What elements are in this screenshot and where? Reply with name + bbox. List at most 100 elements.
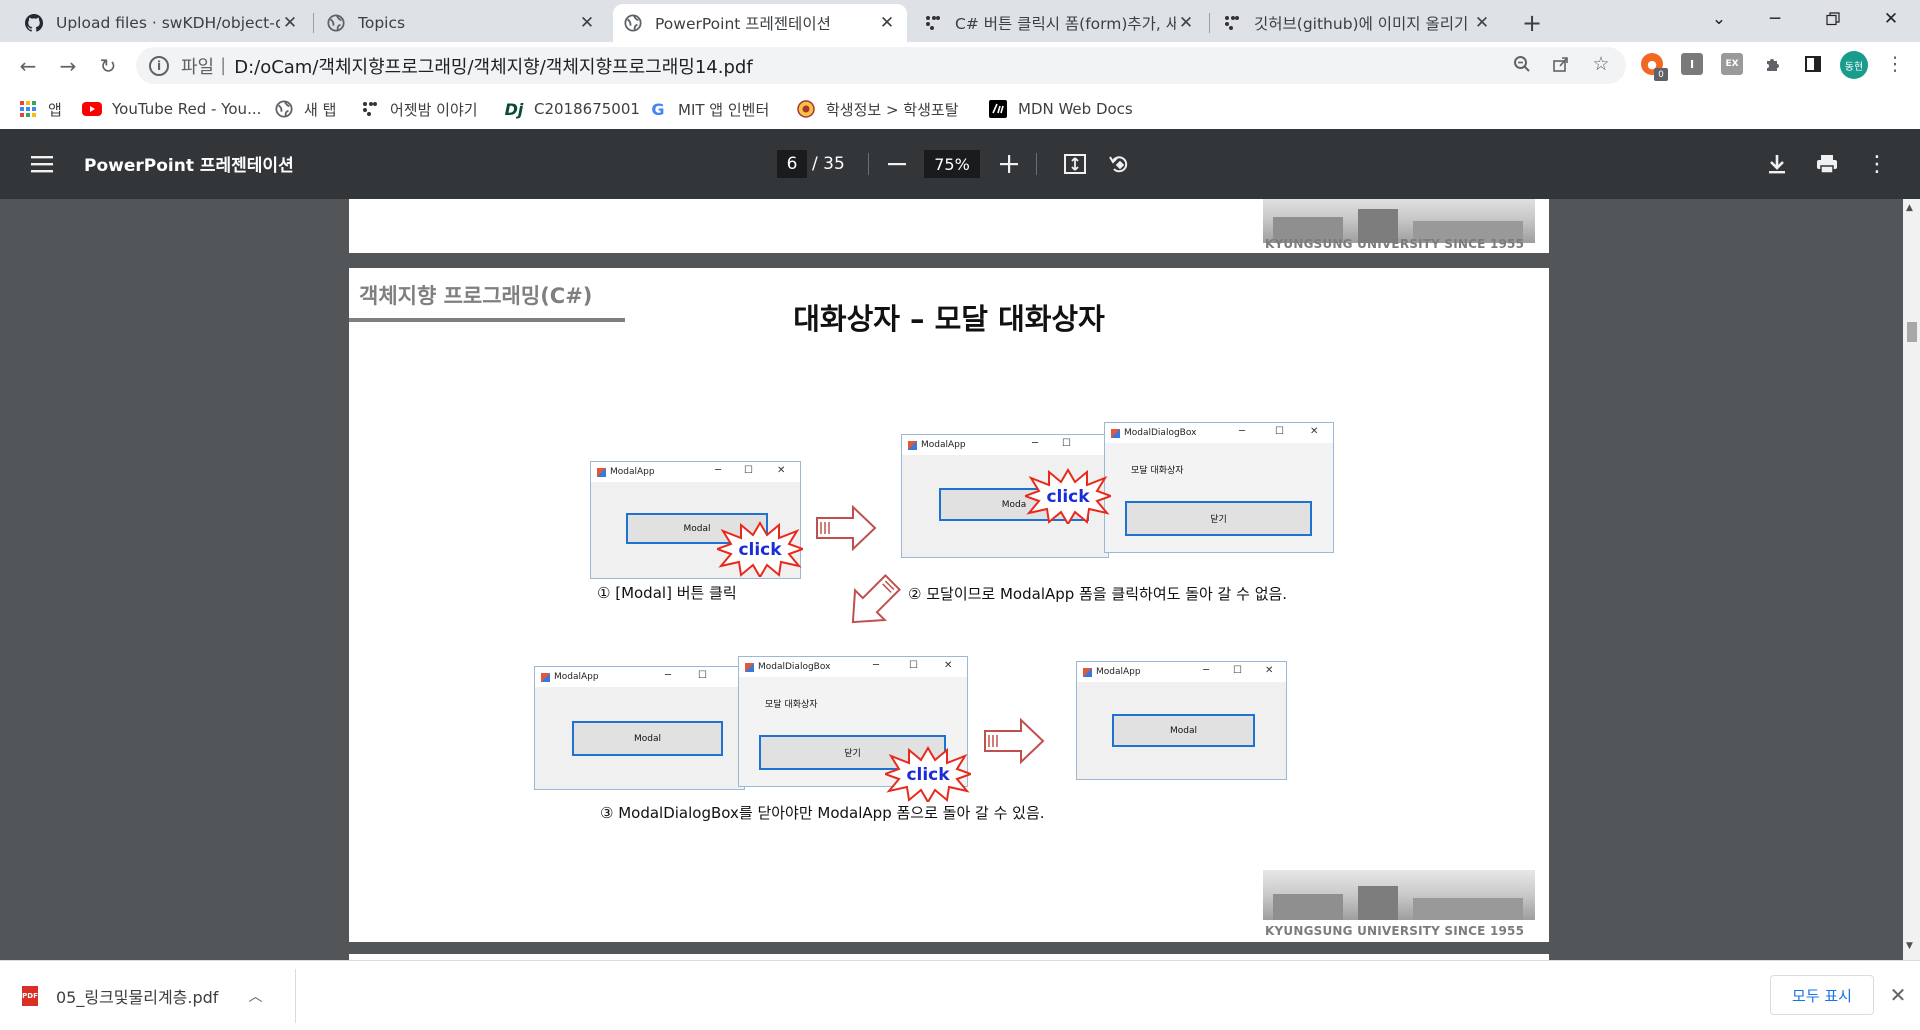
- close-icon[interactable]: ✕: [1176, 13, 1196, 33]
- bookmark-last-night[interactable]: 어젯밤 이야기: [360, 96, 478, 122]
- close-icon: ✕: [1265, 665, 1274, 676]
- zoom-in-icon[interactable]: [994, 149, 1024, 179]
- new-tab-button[interactable]: +: [1516, 7, 1548, 39]
- download-icon[interactable]: [1762, 149, 1792, 179]
- tab-csharp-form[interactable]: C# 버튼 클릭시 폼(form)추가, 새 ✕: [913, 4, 1206, 42]
- pdf-page-current: 객체지향 프로그래밍(C#) 대화상자 – 모달 대화상자 ModalApp ─…: [349, 268, 1549, 942]
- click-text: click: [1046, 487, 1090, 507]
- info-icon[interactable]: i: [149, 55, 169, 76]
- address-bar[interactable]: i 파일 | D:/oCam/객체지향프로그래밍/객체지향/객체지향프로그래밍1…: [136, 47, 1626, 84]
- app-icon: [541, 672, 550, 682]
- campus-photo: [1263, 870, 1535, 920]
- chevron-up-icon[interactable]: ︿: [248, 986, 262, 1006]
- pdf-viewer[interactable]: KYUNGSUNG UNIVERSITY SINCE 1955 객체지향 프로그…: [0, 199, 1920, 960]
- close-icon[interactable]: ✕: [280, 13, 300, 33]
- caption-step3: ③ ModalDialogBox를 닫아야만 ModalApp 폼으로 돌아 갈…: [600, 804, 1045, 822]
- tab-github-image[interactable]: 깃허브(github)에 이미지 올리기 ✕: [1212, 4, 1502, 42]
- bookmark-youtube-red[interactable]: YouTube Red - You...: [82, 96, 261, 122]
- zoom-icon[interactable]: [1509, 51, 1535, 77]
- more-menu-icon[interactable]: ⋮: [1882, 51, 1908, 77]
- minimize-icon: ─: [715, 465, 722, 476]
- toolbar-divider: [1036, 153, 1037, 175]
- close-icon[interactable]: ✕: [877, 13, 897, 33]
- extensions-puzzle-icon[interactable]: [1760, 51, 1786, 77]
- maximize-icon: ☐: [1062, 438, 1071, 449]
- close-icon[interactable]: ✕: [1472, 13, 1492, 33]
- dots-icon: [360, 99, 380, 119]
- pdf-file-icon: PDF: [22, 986, 38, 1006]
- tab-title: PowerPoint 프레젠테이션: [655, 15, 831, 33]
- extension-ex-icon[interactable]: EX: [1721, 53, 1743, 75]
- close-window-icon[interactable]: ✕: [1862, 0, 1920, 38]
- bookmark-label: 새 탭: [304, 100, 337, 119]
- restore-icon[interactable]: [1804, 0, 1862, 38]
- university-footer: KYUNGSUNG UNIVERSITY SINCE 1955: [1265, 237, 1525, 251]
- menu-icon[interactable]: [27, 149, 57, 179]
- page-number-input[interactable]: 6: [777, 150, 807, 178]
- toolbar-divider: [868, 153, 869, 175]
- arrow-down-left-icon: [851, 574, 901, 624]
- close-icon[interactable]: ✕: [577, 13, 597, 33]
- bookmark-student-portal[interactable]: 학생정보 > 학생포탈: [796, 96, 959, 122]
- side-panel-icon[interactable]: [1800, 51, 1826, 77]
- scroll-up-icon[interactable]: ▲: [1906, 203, 1913, 213]
- youtube-icon: [82, 99, 102, 119]
- tab-powerpoint[interactable]: PowerPoint 프레젠테이션 ✕: [613, 4, 907, 42]
- bookmark-mdn[interactable]: MDN Web Docs: [988, 96, 1133, 122]
- bookmark-new-tab[interactable]: 새 탭: [274, 96, 336, 122]
- rotate-icon[interactable]: [1104, 149, 1134, 179]
- bookmarks-bar: 앱 YouTube Red - You... 새 탭 어젯밤 이야기 Dj C2…: [0, 89, 1920, 129]
- apps-grid-icon: [18, 99, 38, 119]
- maximize-icon: ☐: [744, 465, 753, 476]
- tab-strip: Upload files · swKDH/object-ori ✕ Topics…: [0, 0, 1920, 42]
- profile-avatar[interactable]: 동현: [1840, 51, 1868, 79]
- window-titlebar: ModalApp ─ ☐ ✕: [1077, 662, 1286, 682]
- scroll-thumb[interactable]: [1907, 322, 1917, 342]
- close-icon[interactable]: ✕: [1884, 981, 1912, 1009]
- minimize-icon[interactable]: ─: [1746, 0, 1804, 38]
- modal-button: Modal: [572, 721, 723, 756]
- window-titlebar: ModalDialogBox ─ ☐ ✕: [739, 657, 967, 677]
- caption-step1: ① [Modal] 버튼 클릭: [597, 584, 737, 602]
- bookmark-star-icon[interactable]: ☆: [1588, 51, 1614, 77]
- bookmark-c2018675001[interactable]: Dj C2018675001: [504, 96, 640, 122]
- downloads-shelf: PDF 05_링크및물리계층.pdf ︿ 모두 표시 ✕: [0, 960, 1920, 1030]
- more-options-icon[interactable]: ⋮: [1862, 149, 1892, 179]
- minimize-icon: ─: [1239, 426, 1246, 437]
- download-item[interactable]: PDF 05_링크및물리계층.pdf ︿: [22, 981, 262, 1011]
- dots-icon: [1222, 13, 1242, 33]
- scroll-down-icon[interactable]: ▼: [1906, 941, 1913, 951]
- window-titlebar: ModalApp ─ ☐ ✕: [591, 462, 800, 482]
- print-icon[interactable]: [1812, 149, 1842, 179]
- click-burst-icon: click: [1025, 468, 1111, 524]
- zoom-level-input[interactable]: 75%: [924, 150, 980, 178]
- show-all-button[interactable]: 모두 표시: [1770, 975, 1874, 1015]
- window-title: ModalApp: [1096, 667, 1141, 677]
- minimize-icon: ─: [665, 670, 672, 681]
- app-icon: [745, 662, 754, 672]
- zoom-out-icon[interactable]: [882, 149, 912, 179]
- share-icon[interactable]: [1548, 51, 1574, 77]
- window-titlebar: ModalApp ─ ☐: [535, 667, 744, 687]
- pdf-title: PowerPoint 프레젠테이션: [84, 156, 294, 176]
- forward-arrow-icon[interactable]: →: [52, 50, 84, 82]
- bookmark-apps[interactable]: 앱: [18, 96, 62, 122]
- reload-icon[interactable]: ↻: [92, 50, 124, 82]
- bookmark-label: C2018675001: [534, 100, 640, 118]
- modal-dialog-window-step2: ModalDialogBox ─ ☐ ✕ 모달 대화상자 닫기: [1104, 422, 1334, 553]
- back-arrow-icon[interactable]: ←: [12, 50, 44, 82]
- extension-gray-icon[interactable]: I: [1681, 53, 1703, 75]
- tab-upload-files[interactable]: Upload files · swKDH/object-ori ✕: [14, 4, 310, 42]
- fit-page-icon[interactable]: [1060, 149, 1090, 179]
- tab-separator: [1209, 13, 1210, 33]
- click-text: click: [906, 765, 950, 785]
- scrollbar[interactable]: ▲ ▼: [1903, 199, 1920, 960]
- tab-topics[interactable]: Topics ✕: [316, 4, 607, 42]
- bookmark-mit-app-inventor[interactable]: G MIT 앱 인벤터: [648, 96, 769, 122]
- modal-button: Modal: [1112, 714, 1255, 747]
- dots-icon: [923, 13, 943, 33]
- extension-badge: 0: [1654, 68, 1668, 81]
- tab-search-icon[interactable]: ⌄: [1690, 0, 1748, 38]
- globe-icon: [274, 99, 294, 119]
- arrow-right-icon: [984, 718, 1045, 764]
